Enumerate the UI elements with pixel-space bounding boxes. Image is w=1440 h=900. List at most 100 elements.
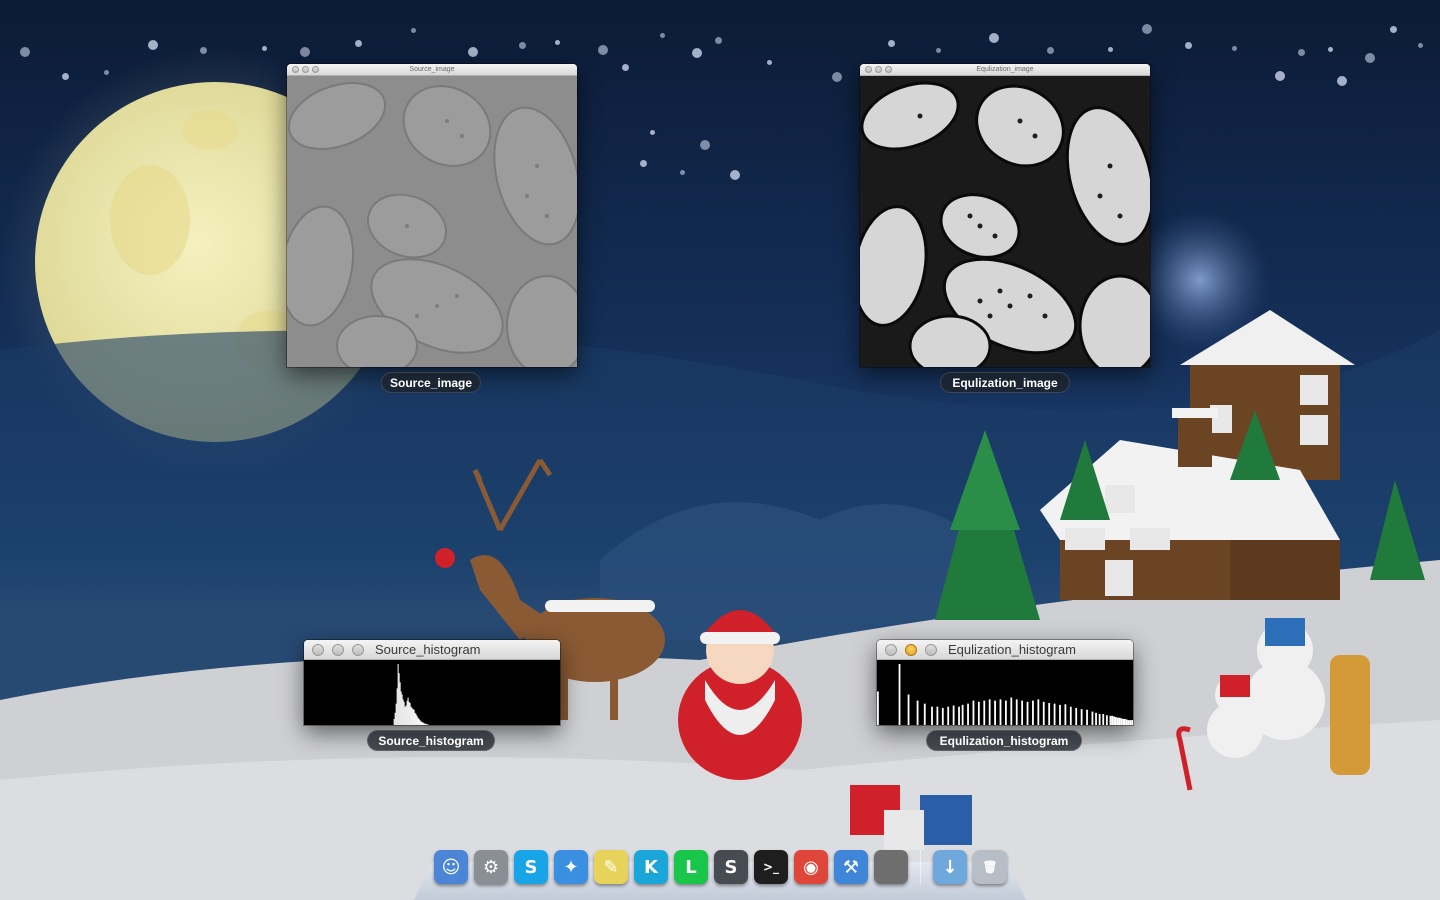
histogram-bar <box>1021 700 1024 725</box>
histogram-bar <box>983 700 986 725</box>
downloads-folder-icon[interactable]: ↓ <box>933 850 967 884</box>
histogram-bar <box>1015 699 1018 725</box>
minimize-button[interactable] <box>302 66 309 73</box>
histogram-bar <box>413 709 415 725</box>
title-bar[interactable]: Source_histogram <box>304 640 560 660</box>
finder-icon[interactable]: ☺ <box>434 850 468 884</box>
histogram-bar <box>1109 715 1112 725</box>
histogram-bar <box>1010 697 1013 725</box>
source-image-caption[interactable]: Source_image <box>381 372 481 393</box>
source-histogram-caption[interactable]: Source_histogram <box>367 730 495 751</box>
histogram-bar <box>1102 714 1105 725</box>
star <box>104 70 109 75</box>
histogram-bar <box>1080 709 1083 725</box>
star <box>519 42 526 49</box>
star <box>1365 53 1375 63</box>
terminal-icon[interactable]: >_ <box>754 850 788 884</box>
star <box>680 170 685 175</box>
minimize-button[interactable] <box>905 643 917 656</box>
histogram-bar <box>394 712 396 725</box>
star <box>622 64 629 71</box>
histogram-bar <box>1042 701 1045 725</box>
title-bar[interactable]: Equlization_image <box>860 64 1150 76</box>
minimize-button[interactable] <box>875 66 882 73</box>
zoom-button[interactable] <box>352 643 364 656</box>
histogram-bar <box>972 700 975 725</box>
histogram-bar <box>400 691 402 725</box>
system-preferences-icon[interactable]: ⚙ <box>474 850 508 884</box>
xcode-icon[interactable]: ⚒ <box>834 850 868 884</box>
histogram-bar <box>422 722 424 725</box>
star <box>650 130 655 135</box>
histogram-bar <box>936 706 939 725</box>
star <box>200 47 207 54</box>
histogram-bar <box>425 723 427 725</box>
equalization-histogram-bars <box>877 664 1133 725</box>
pollen-grains-low-contrast <box>287 76 577 367</box>
equalization-histogram-plot <box>877 660 1133 725</box>
zoom-button[interactable] <box>925 643 937 656</box>
trash-icon[interactable]: 🗑 <box>973 850 1007 884</box>
star <box>660 33 665 38</box>
minimized-window-icon[interactable] <box>874 850 908 884</box>
source-histogram-window[interactable]: Source_histogram <box>304 640 560 725</box>
histogram-bar <box>396 688 398 725</box>
star <box>1108 47 1113 52</box>
zoom-button[interactable] <box>885 66 892 73</box>
equalization-image-window[interactable]: Equlization_image <box>860 64 1150 367</box>
star <box>1185 42 1192 49</box>
histogram-bar <box>1123 718 1126 725</box>
histogram-bar <box>1091 711 1094 725</box>
histogram-bar <box>414 712 416 725</box>
winter-scene-illustration <box>0 47 1440 900</box>
star <box>1298 49 1305 56</box>
close-button[interactable] <box>292 66 299 73</box>
stickies-icon[interactable]: ✎ <box>594 850 628 884</box>
histogram-bar <box>999 699 1002 725</box>
zoom-button[interactable] <box>312 66 319 73</box>
histogram-bar <box>395 703 397 725</box>
histogram-bar <box>1075 707 1078 725</box>
histogram-bar <box>393 718 395 725</box>
star <box>300 47 310 57</box>
star <box>1047 47 1054 54</box>
star <box>767 60 772 65</box>
star <box>20 47 30 57</box>
histogram-bar <box>418 718 420 725</box>
title-bar[interactable]: Equlization_histogram <box>877 640 1133 660</box>
safari-icon[interactable]: ✦ <box>554 850 588 884</box>
histogram-bar <box>947 706 950 725</box>
sublime-text-icon[interactable]: S <box>714 850 748 884</box>
close-button[interactable] <box>885 643 897 656</box>
histogram-bar <box>1064 704 1067 725</box>
chrome-icon[interactable]: ◉ <box>794 850 828 884</box>
star <box>1275 71 1285 81</box>
histogram-bar <box>402 699 404 725</box>
histogram-bar <box>405 705 407 725</box>
equalization-histogram-caption[interactable]: Equlization_histogram <box>926 730 1082 751</box>
kik-icon[interactable]: K <box>634 850 668 884</box>
histogram-bar <box>1026 701 1029 725</box>
star <box>1418 43 1423 48</box>
minimize-button[interactable] <box>332 643 344 656</box>
star <box>468 47 478 57</box>
star <box>730 170 740 180</box>
histogram-bar <box>401 694 403 725</box>
histogram-bar <box>417 717 419 725</box>
histogram-bar <box>412 709 414 725</box>
close-button[interactable] <box>865 66 872 73</box>
source-image-window[interactable]: Source_image <box>287 64 577 367</box>
equalization-image-caption[interactable]: Equlization_image <box>940 372 1070 393</box>
histogram-bar <box>1095 712 1097 725</box>
skype-icon[interactable]: S <box>514 850 548 884</box>
star <box>411 28 416 33</box>
line-icon[interactable]: L <box>674 850 708 884</box>
close-button[interactable] <box>312 643 324 656</box>
window-title: Source_image <box>409 66 455 73</box>
star <box>888 40 895 47</box>
title-bar[interactable]: Source_image <box>287 64 577 76</box>
histogram-bar <box>1122 718 1124 725</box>
equalization-histogram-window[interactable]: Equlization_histogram <box>877 640 1133 725</box>
histogram-bar <box>410 706 412 725</box>
histogram-bar <box>1125 719 1128 725</box>
